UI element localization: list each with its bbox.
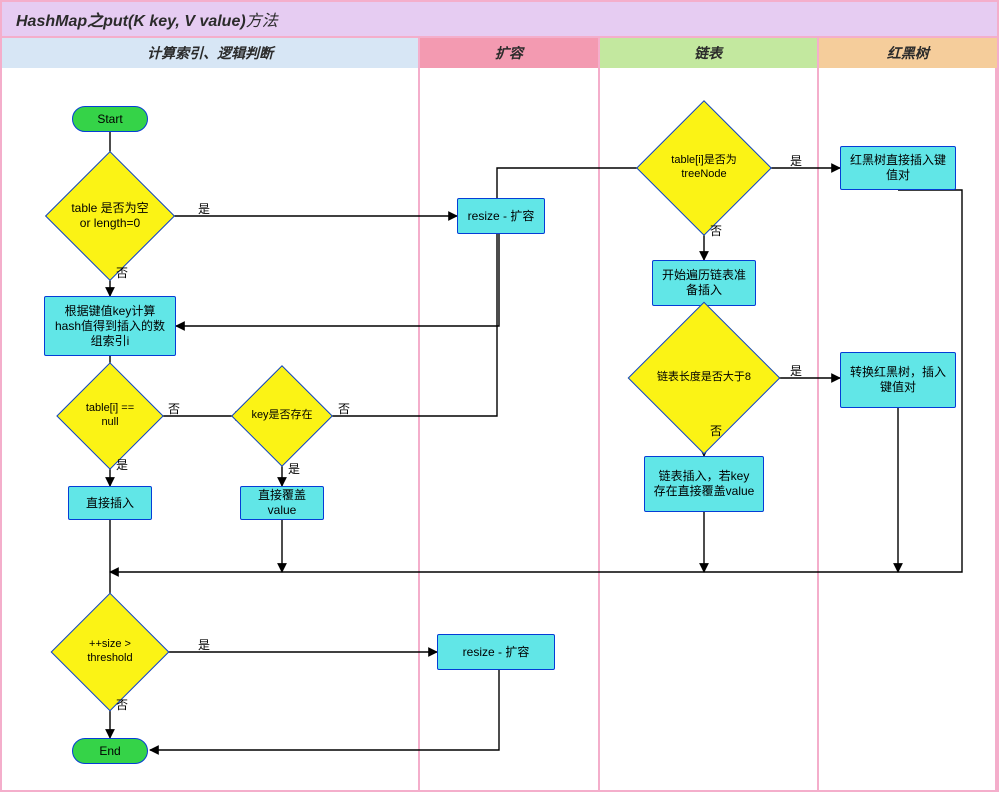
start-label: Start [97, 112, 122, 127]
process-resize-1: resize - 扩容 [457, 198, 545, 234]
edge-no-5: 否 [710, 422, 722, 439]
lane-resize [420, 68, 599, 790]
process-compute-index-label: 根据键值key计算hash值得到插入的数组索引i [53, 304, 167, 349]
edge-no-3: 否 [338, 400, 350, 417]
process-start-iterate: 开始遍历链表准备插入 [652, 260, 756, 306]
decision-table-i-null-label: table[i] == null [72, 402, 148, 430]
process-resize-2-label: resize - 扩容 [463, 645, 530, 660]
edge-no-2: 否 [168, 400, 180, 417]
edge-yes-1: 是 [198, 200, 210, 217]
process-list-insert: 链表插入，若key存在直接覆盖value [644, 456, 764, 512]
process-start-iterate-label: 开始遍历链表准备插入 [661, 268, 747, 298]
edge-yes-2: 是 [116, 456, 128, 473]
process-resize-1-label: resize - 扩容 [468, 209, 535, 224]
lane-header-rbtree: 红黑树 [819, 38, 997, 68]
start-node: Start [72, 106, 148, 132]
edge-no-1: 否 [116, 264, 128, 281]
end-label: End [99, 744, 120, 759]
edge-yes-6: 是 [198, 636, 210, 653]
decision-length-gt-8-label: 链表长度是否大于8 [653, 371, 755, 385]
edge-yes-5: 是 [790, 362, 802, 379]
decision-threshold: ++size > threshold [68, 610, 152, 694]
decision-table-empty-label: table 是否为空or length=0 [64, 201, 156, 231]
decision-key-exists-label: key是否存在 [247, 409, 316, 423]
end-node: End [72, 738, 148, 764]
decision-threshold-label: ++size > threshold [68, 638, 152, 666]
diagram-title: HashMap之put(K key, V value)方法 [16, 7, 278, 31]
process-insert-direct: 直接插入 [68, 486, 152, 520]
decision-table-empty: table 是否为空or length=0 [64, 170, 156, 262]
process-compute-index: 根据键值key计算hash值得到插入的数组索引i [44, 296, 176, 356]
decision-treenode: table[i]是否为treeNode [656, 120, 752, 216]
process-override-value: 直接覆盖value [240, 486, 324, 520]
process-rbtree-insert: 红黑树直接插入键值对 [840, 146, 956, 190]
decision-key-exists: key是否存在 [246, 380, 318, 452]
process-insert-direct-label: 直接插入 [86, 496, 134, 511]
edge-yes-4: 是 [790, 152, 802, 169]
edge-yes-3: 是 [288, 460, 300, 477]
lane-header-linkedlist: 链表 [600, 38, 819, 68]
process-convert-rbtree-label: 转换红黑树，插入键值对 [849, 365, 947, 395]
title-main: HashMap之put(K key, V value) [16, 13, 246, 30]
decision-table-i-null: table[i] == null [72, 378, 148, 454]
lane-headers: 计算索引、逻辑判断 扩容 链表 红黑树 [2, 38, 997, 70]
lane-header-resize: 扩容 [420, 38, 599, 68]
decision-length-gt-8: 链表长度是否大于8 [650, 324, 758, 432]
process-rbtree-insert-label: 红黑树直接插入键值对 [849, 153, 947, 183]
process-list-insert-label: 链表插入，若key存在直接覆盖value [653, 469, 755, 499]
process-resize-2: resize - 扩容 [437, 634, 555, 670]
edge-no-4: 否 [710, 222, 722, 239]
edge-no-6: 否 [116, 696, 128, 713]
title-bar: HashMap之put(K key, V value)方法 [2, 2, 997, 38]
lane-body: 是 否 否 是 是 否 是 否 是 否 是 否 Start table 是否为空… [2, 68, 997, 790]
process-convert-rbtree: 转换红黑树，插入键值对 [840, 352, 956, 408]
diagram-root: HashMap之put(K key, V value)方法 计算索引、逻辑判断 … [0, 0, 999, 792]
lane-header-index: 计算索引、逻辑判断 [2, 38, 420, 68]
process-override-value-label: 直接覆盖value [249, 488, 315, 518]
title-suffix: 方法 [246, 13, 278, 30]
decision-treenode-label: table[i]是否为treeNode [656, 154, 752, 182]
